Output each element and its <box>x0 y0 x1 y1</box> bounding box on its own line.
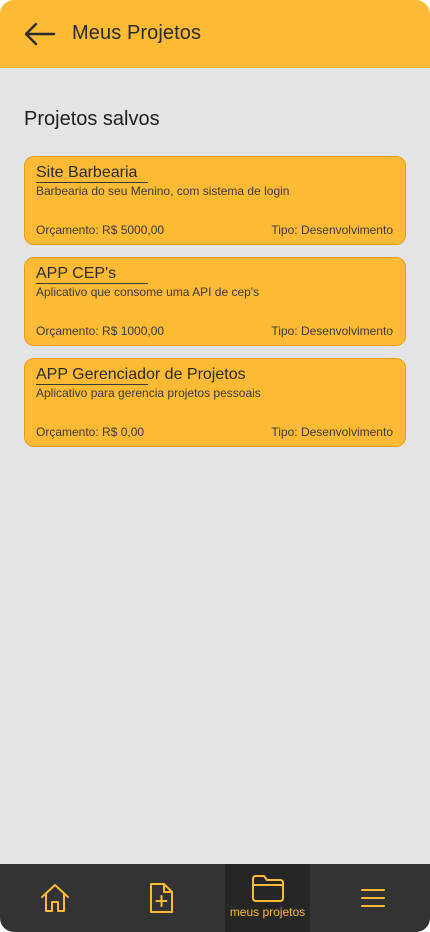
back-button[interactable] <box>24 21 56 47</box>
project-type: Tipo: Desenvolvimento <box>271 223 393 237</box>
section-title: Projetos salvos <box>24 108 160 130</box>
nav-menu-button[interactable] <box>330 864 416 932</box>
nav-my-projects-button[interactable]: meus projetos <box>225 864 310 932</box>
nav-active-label: meus projetos <box>229 905 306 919</box>
bottom-nav: meus projetos <box>0 864 430 932</box>
project-description: Aplicativo para gerencia projetos pessoa… <box>36 386 261 400</box>
project-description: Aplicativo que consome uma API de cep's <box>36 285 260 299</box>
project-budget: Orçamento: R$ 0,00 <box>36 425 145 439</box>
title-underline <box>36 283 148 284</box>
project-card[interactable]: Site Barbearia Barbearia do seu Menino, … <box>24 156 406 245</box>
project-card[interactable]: APP Gerenciador de Projetos Aplicativo p… <box>24 358 406 447</box>
project-title: Site Barbearia <box>36 164 138 181</box>
arrow-left-icon <box>24 22 56 46</box>
project-title: APP CEP's <box>36 265 117 282</box>
home-icon <box>41 884 69 912</box>
header-bar: Meus Projetos <box>0 0 430 68</box>
project-budget: Orçamento: R$ 1000,00 <box>36 324 165 338</box>
folder-icon <box>251 875 284 902</box>
project-title: APP Gerenciador de Projetos <box>36 366 246 383</box>
title-underline <box>36 182 148 183</box>
project-budget: Orçamento: R$ 5000,00 <box>36 223 165 237</box>
app-screen: Meus Projetos Projetos salvos Site Barbe… <box>0 0 430 932</box>
project-list: Site Barbearia Barbearia do seu Menino, … <box>24 156 406 459</box>
project-type: Tipo: Desenvolvimento <box>271 324 393 338</box>
menu-icon <box>361 889 385 907</box>
new-file-icon <box>150 883 173 913</box>
project-description: Barbearia do seu Menino, com sistema de … <box>36 184 290 198</box>
project-card[interactable]: APP CEP's Aplicativo que consome uma API… <box>24 257 406 346</box>
title-underline <box>36 384 148 385</box>
nav-home-button[interactable] <box>12 864 98 932</box>
page-title: Meus Projetos <box>72 22 202 44</box>
nav-new-project-button[interactable] <box>118 864 204 932</box>
project-type: Tipo: Desenvolvimento <box>271 425 393 439</box>
